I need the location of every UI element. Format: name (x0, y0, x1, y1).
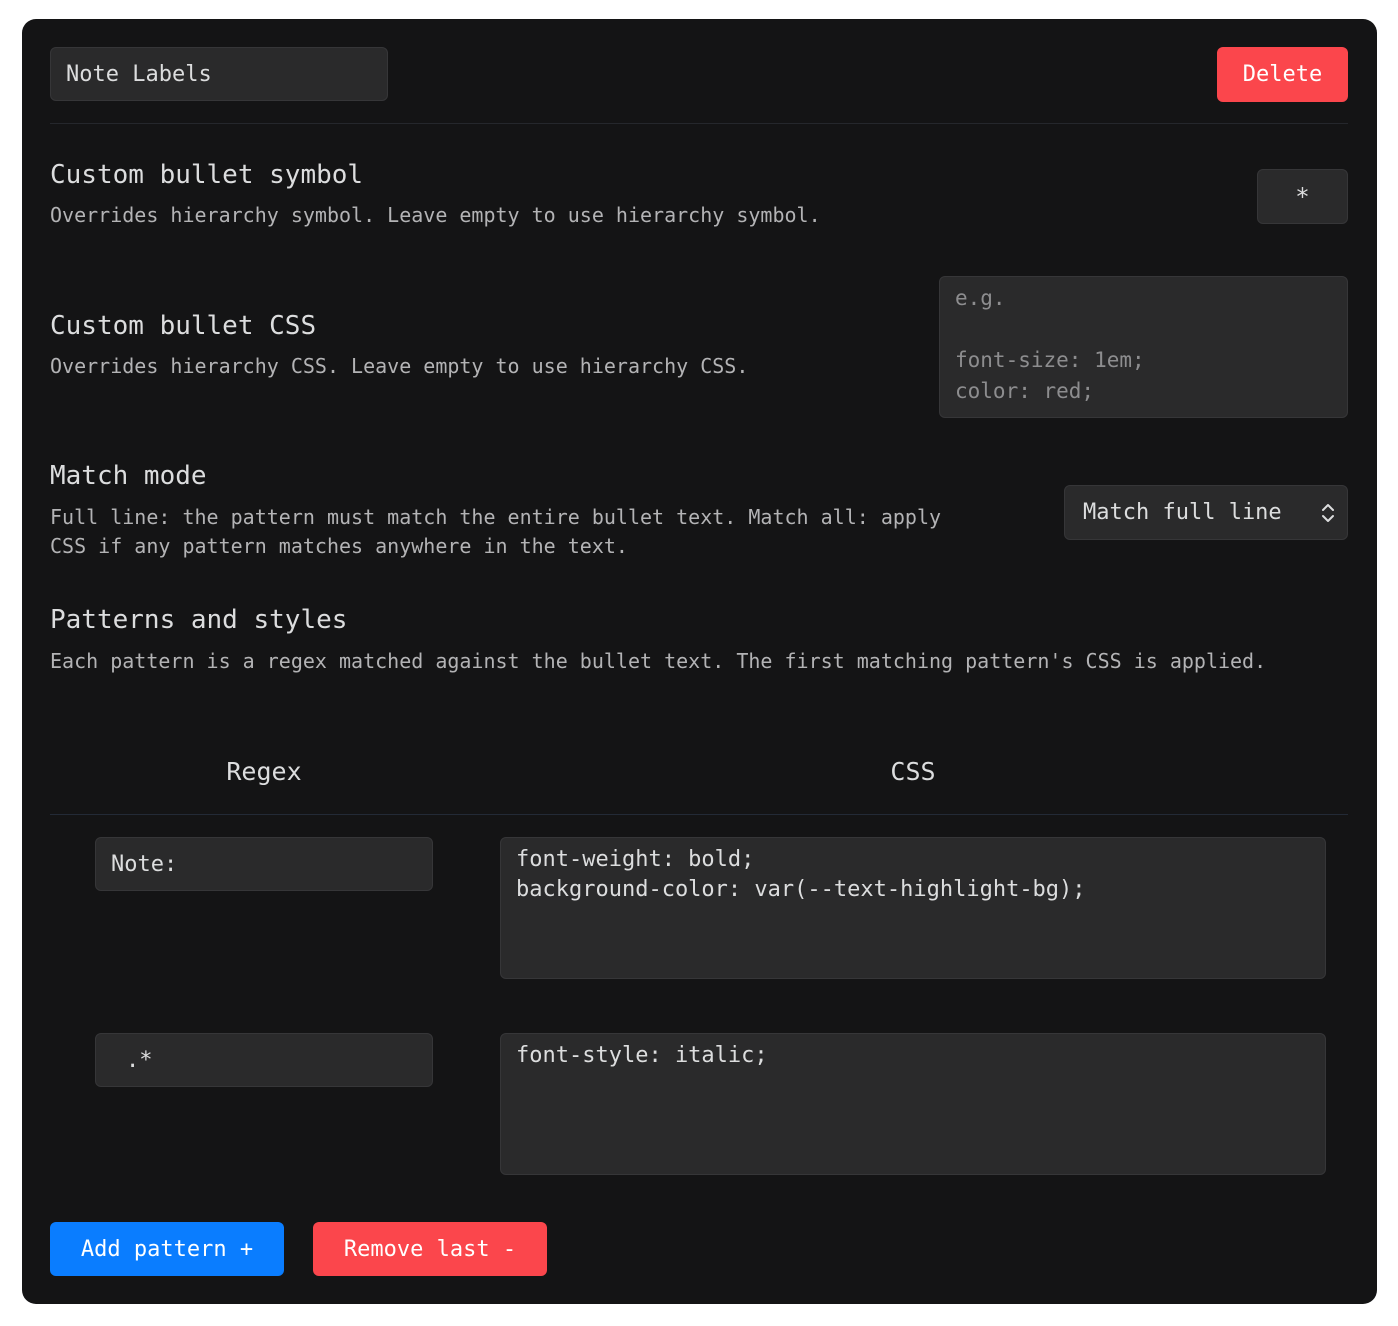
regex-input-row-1[interactable] (95, 837, 433, 891)
label-name-input[interactable] (50, 47, 388, 101)
regex-column-header: Regex (226, 757, 302, 786)
remove-last-button[interactable]: Remove last - (313, 1222, 547, 1276)
header-divider (50, 123, 1348, 124)
settings-panel: Delete Custom bullet symbol Overrides hi… (22, 19, 1377, 1304)
patterns-desc: Each pattern is a regex matched against … (50, 649, 1267, 673)
css-column-header: CSS (890, 757, 936, 786)
bullet-css-desc: Overrides hierarchy CSS. Leave empty to … (50, 354, 749, 378)
match-mode-select[interactable]: Match full line (1064, 485, 1348, 540)
match-mode-selected: Match full line (1083, 500, 1282, 525)
bullet-symbol-title: Custom bullet symbol (50, 160, 364, 190)
table-divider (50, 814, 1348, 815)
match-mode-desc: Full line: the pattern must match the en… (50, 505, 942, 558)
css-textarea-row-2[interactable]: font-style: italic; (500, 1033, 1326, 1175)
bullet-symbol-desc: Overrides hierarchy symbol. Leave empty … (50, 203, 821, 227)
chevron-up-down-icon (1322, 504, 1334, 522)
match-mode-title: Match mode (50, 461, 207, 491)
add-pattern-button[interactable]: Add pattern + (50, 1222, 284, 1276)
bullet-css-title: Custom bullet CSS (50, 311, 317, 341)
bullet-symbol-input[interactable] (1257, 169, 1348, 224)
delete-button[interactable]: Delete (1217, 47, 1348, 102)
patterns-title: Patterns and styles (50, 605, 348, 635)
css-textarea-row-1[interactable]: font-weight: bold; background-color: var… (500, 837, 1326, 979)
regex-input-row-2[interactable] (95, 1033, 433, 1087)
bullet-css-textarea[interactable] (939, 276, 1348, 418)
